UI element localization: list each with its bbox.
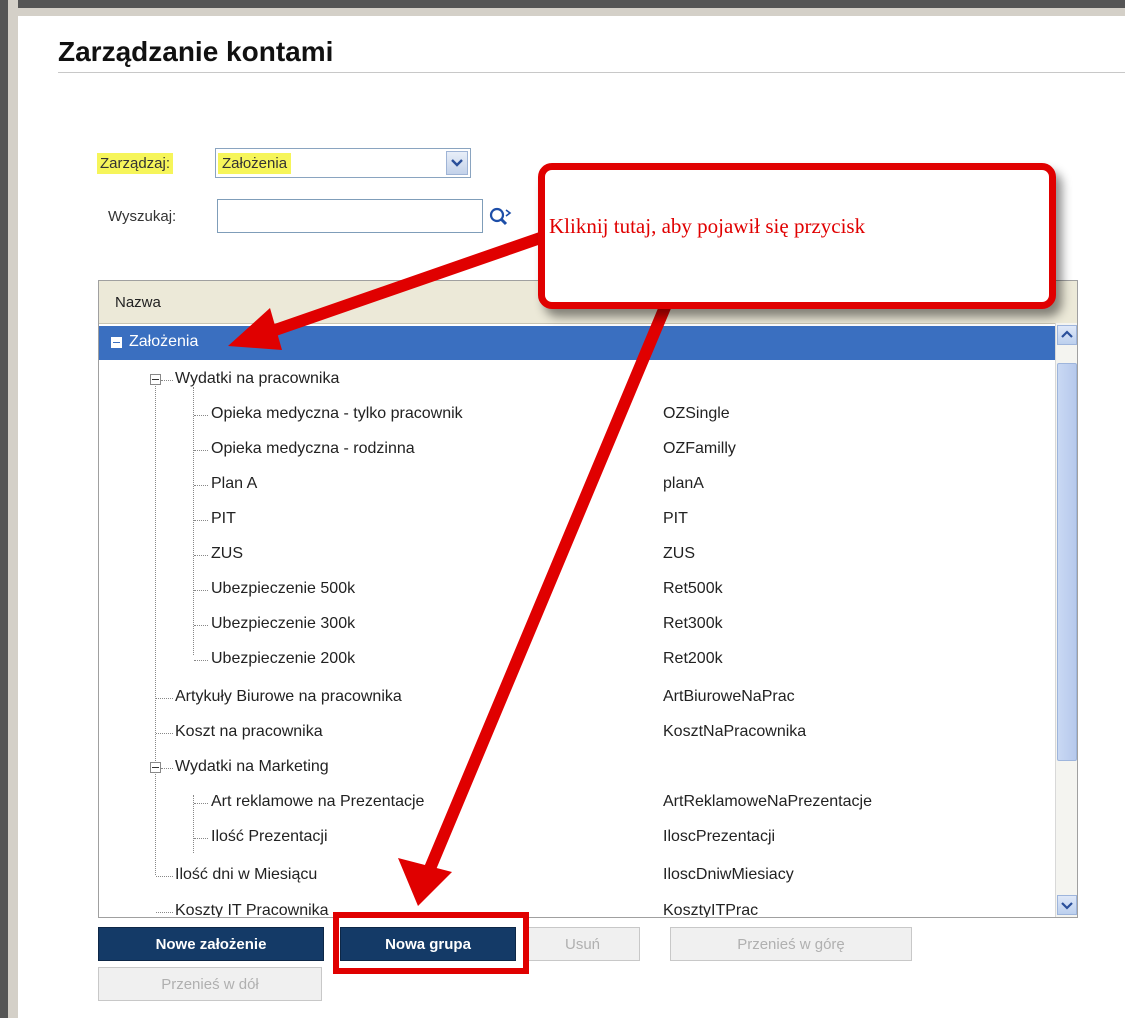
arrow-to-new-group-button [398, 294, 674, 906]
annotation-arrows [228, 230, 674, 906]
annotation-callout: Kliknij tutaj, aby pojawił się przycisk [538, 163, 1056, 309]
arrow-to-root-node [228, 230, 552, 350]
callout-text: Kliknij tutaj, aby pojawił się przycisk [549, 214, 866, 238]
